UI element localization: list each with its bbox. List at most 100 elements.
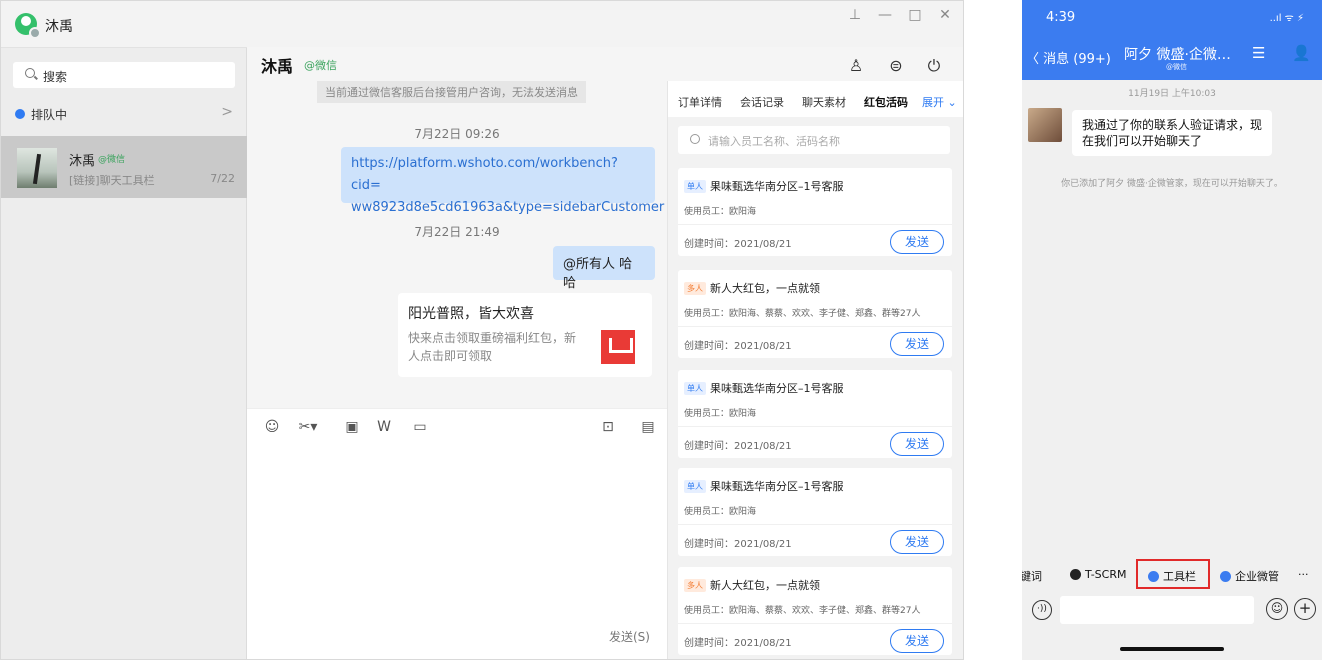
- more-icon[interactable]: ···: [1298, 568, 1309, 581]
- phone-chat-title: 阿夕 微盛·企微…: [1124, 47, 1231, 63]
- minimize-button[interactable]: —: [873, 7, 897, 23]
- send-item-button[interactable]: 发送: [890, 629, 944, 653]
- send-button[interactable]: 发送(S): [609, 628, 650, 645]
- input-toolbar: ☺ ✂▾ ▣ W ▭ ⊡ ▤: [247, 408, 667, 442]
- user-avatar-icon[interactable]: [15, 13, 41, 39]
- maximize-button[interactable]: □: [903, 7, 927, 23]
- signal-battery-icon: ..ıl ᯤ ⚡: [1269, 13, 1304, 24]
- item-title: 新人大红包，一点就领: [710, 282, 820, 295]
- send-item-button[interactable]: 发送: [890, 530, 944, 554]
- list-item: 多人 新人大红包，一点就领 使用员工：欧阳海、蔡蔡、欢欢、李子健、郑鑫、群等27…: [678, 567, 952, 655]
- takeover-notice: 当前通过微信客服后台接管用户咨询，无法发送消息: [317, 81, 586, 103]
- card-title: 阳光普照，皆大欢喜: [408, 306, 534, 322]
- tab-order-detail[interactable]: 订单详情: [678, 94, 722, 110]
- chip-label: 企业微管: [1235, 570, 1279, 583]
- at-message[interactable]: @所有人 哈哈: [553, 246, 655, 291]
- desktop-window: 沐禹 ⊥ — □ ✕ 搜索 排队中 > 沐禹 @微信 [链接]聊天工具栏 7/2…: [0, 0, 964, 660]
- queue-row[interactable]: 排队中 >: [1, 100, 247, 128]
- item-employees: 使用员工：欧阳海: [684, 507, 757, 517]
- chat-title: 沐禹: [261, 57, 294, 76]
- phone-input-bar: ·)) ☺ +: [1022, 592, 1322, 630]
- panel-search-input[interactable]: 请输入员工名称、活码名称: [678, 126, 950, 154]
- panel-search-placeholder: 请输入员工名称、活码名称: [708, 135, 840, 148]
- chat-messages: 当前通过微信客服后台接管用户咨询，无法发送消息 7月22日 09:26 http…: [247, 81, 667, 408]
- system-tip: 你已添加了阿夕 微盛·企微管家，现在可以开始聊天了。: [1061, 179, 1283, 189]
- app-user-name: 沐禹: [45, 19, 73, 35]
- sidebar-toggle-icon[interactable]: ▤: [639, 418, 657, 436]
- power-icon[interactable]: ⏻: [923, 55, 945, 77]
- list-item: 单人 果味甄选华南分区–1号客服 使用员工：欧阳海 创建时间：2021/08/2…: [678, 468, 952, 556]
- item-employees: 使用员工：欧阳海: [684, 207, 757, 217]
- screen-icon[interactable]: ⊡: [599, 418, 617, 436]
- emoji-icon[interactable]: ☺: [263, 418, 281, 436]
- red-envelope-icon: [601, 330, 635, 364]
- tab-expand[interactable]: 展开 ⌄: [922, 94, 957, 110]
- item-title: 果味甄选华南分区–1号客服: [710, 382, 844, 395]
- item-created: 创建时间：2021/08/21: [684, 341, 792, 352]
- highlight-box: [1136, 559, 1210, 589]
- contact-avatar: [17, 148, 57, 188]
- home-indicator: [1120, 647, 1224, 651]
- contact-name: 沐禹: [69, 154, 96, 169]
- tag-badge: 单人: [684, 480, 706, 493]
- send-item-button[interactable]: 发送: [890, 230, 944, 254]
- image-icon[interactable]: ▣: [343, 418, 361, 436]
- chat-bubble-icon[interactable]: ⊜: [885, 55, 907, 77]
- item-created: 创建时间：2021/08/21: [684, 441, 792, 452]
- conversation-item[interactable]: 沐禹 @微信 [链接]聊天工具栏 7/22: [1, 136, 247, 198]
- tag-badge: 单人: [684, 382, 706, 395]
- red-packet-card[interactable]: 阳光普照，皆大欢喜 快来点击领取重磅福利红包，新人点击即可领取: [398, 293, 652, 377]
- search-icon: [25, 68, 35, 78]
- divider: [678, 426, 952, 427]
- divider: [678, 623, 952, 624]
- item-employees: 使用员工：欧阳海、蔡蔡、欢欢、李子健、郑鑫、群等27人: [684, 606, 921, 616]
- pin-icon[interactable]: ⊥: [843, 7, 867, 23]
- chat-header: 沐禹 @微信 ♙ ⊜ ⏻: [247, 47, 963, 81]
- chip-tscrm[interactable]: T-SCRM: [1070, 568, 1126, 581]
- close-button[interactable]: ✕: [933, 7, 957, 23]
- plus-icon[interactable]: +: [1294, 598, 1316, 620]
- item-employees: 使用员工：欧阳海、蔡蔡、欢欢、李子健、郑鑫、群等27人: [684, 309, 921, 319]
- phone-screen: 4:39 ..ıl ᯤ ⚡ 〈 消息 (99+) 阿夕 微盛·企微… @微信 ☰…: [1022, 0, 1322, 660]
- queue-label: 排队中: [31, 108, 68, 122]
- chip-label: T-SCRM: [1085, 568, 1127, 581]
- tag-badge: 单人: [684, 180, 706, 193]
- folder-icon[interactable]: ▭: [411, 418, 429, 436]
- phone-text-input[interactable]: [1060, 596, 1254, 624]
- chat-wechat-tag: @微信: [304, 59, 337, 72]
- menu-icon[interactable]: ☰: [1252, 44, 1265, 62]
- send-item-button[interactable]: 发送: [890, 432, 944, 456]
- divider: [678, 524, 952, 525]
- scissors-icon[interactable]: ✂▾: [295, 418, 321, 436]
- search-input[interactable]: 搜索: [13, 62, 235, 88]
- contact-info-icon[interactable]: ♙: [845, 55, 867, 77]
- divider: [678, 326, 952, 327]
- status-bar: 4:39 ..ıl ᯤ ⚡: [1022, 0, 1322, 32]
- status-time: 4:39: [1046, 10, 1076, 25]
- phone-nav-bar: 〈 消息 (99+) 阿夕 微盛·企微… @微信 ☰ 👤: [1022, 32, 1322, 80]
- side-panel: 订单详情 会话记录 聊天素材 红包活码 展开 ⌄ 请输入员工名称、活码名称 单人…: [667, 81, 963, 659]
- tab-red-packet-code[interactable]: 红包活码: [864, 94, 908, 110]
- list-item: 单人 果味甄选华南分区–1号客服 使用员工：欧阳海 创建时间：2021/08/2…: [678, 168, 952, 256]
- user-icon[interactable]: 👤: [1292, 44, 1311, 62]
- back-button[interactable]: 〈 消息 (99+): [1026, 48, 1111, 67]
- link-message[interactable]: https://platform.wshoto.com/workbench?ci…: [341, 147, 664, 215]
- tab-chat-material[interactable]: 聊天素材: [802, 94, 846, 110]
- word-file-icon[interactable]: W: [375, 418, 393, 436]
- message-input[interactable]: 发送(S): [247, 442, 667, 659]
- chevron-right-icon: >: [221, 104, 233, 120]
- voice-icon[interactable]: ·)): [1032, 600, 1052, 620]
- clock-icon: [15, 109, 25, 119]
- chip-keyword[interactable]: 键词: [1022, 568, 1042, 584]
- enterprise-icon: [1220, 571, 1231, 582]
- contact-avatar[interactable]: [1028, 108, 1062, 142]
- tag-badge: 多人: [684, 579, 706, 592]
- card-description: 快来点击领取重磅福利红包，新人点击即可领取: [408, 331, 577, 363]
- chip-enterprise[interactable]: 企业微管: [1220, 568, 1279, 584]
- emoji-icon[interactable]: ☺: [1266, 598, 1288, 620]
- send-item-button[interactable]: 发送: [890, 332, 944, 356]
- list-item: 单人 果味甄选华南分区–1号客服 使用员工：欧阳海 创建时间：2021/08/2…: [678, 370, 952, 458]
- panel-tabs: 订单详情 会话记录 聊天素材 红包活码 展开 ⌄: [668, 81, 963, 117]
- item-title: 果味甄选华南分区–1号客服: [710, 180, 844, 193]
- tab-chat-history[interactable]: 会话记录: [740, 94, 784, 110]
